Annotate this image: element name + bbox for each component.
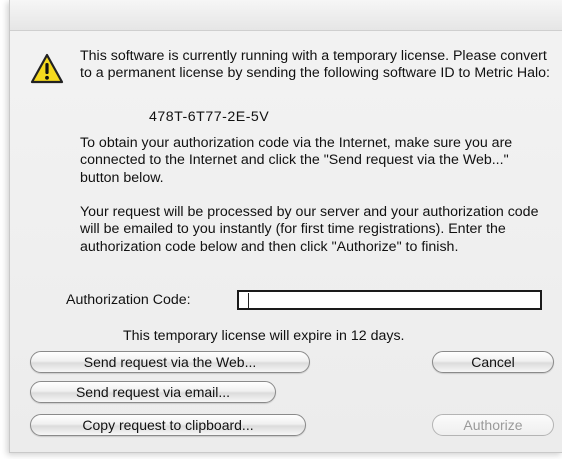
send-web-button[interactable]: Send request via the Web... bbox=[30, 351, 310, 373]
license-message: This software is currently running with … bbox=[80, 48, 551, 82]
authorization-code-label: Authorization Code: bbox=[66, 292, 191, 308]
warning-icon bbox=[30, 53, 64, 84]
authorize-button[interactable]: Authorize bbox=[432, 414, 554, 436]
processing-info: Your request will be processed by our se… bbox=[80, 204, 539, 255]
send-email-button[interactable]: Send request via email... bbox=[30, 381, 276, 403]
cancel-button[interactable]: Cancel bbox=[432, 351, 554, 373]
copy-clipboard-button[interactable]: Copy request to clipboard... bbox=[30, 414, 306, 436]
internet-instructions: To obtain your authorization code via th… bbox=[80, 135, 513, 186]
title-bar[interactable] bbox=[10, 0, 562, 31]
text-caret bbox=[248, 293, 249, 308]
expiry-notice: This temporary license will expire in 12… bbox=[123, 328, 405, 344]
authorization-code-field[interactable] bbox=[237, 290, 542, 310]
software-id: 478T-6T77-2E-5V bbox=[149, 109, 270, 125]
